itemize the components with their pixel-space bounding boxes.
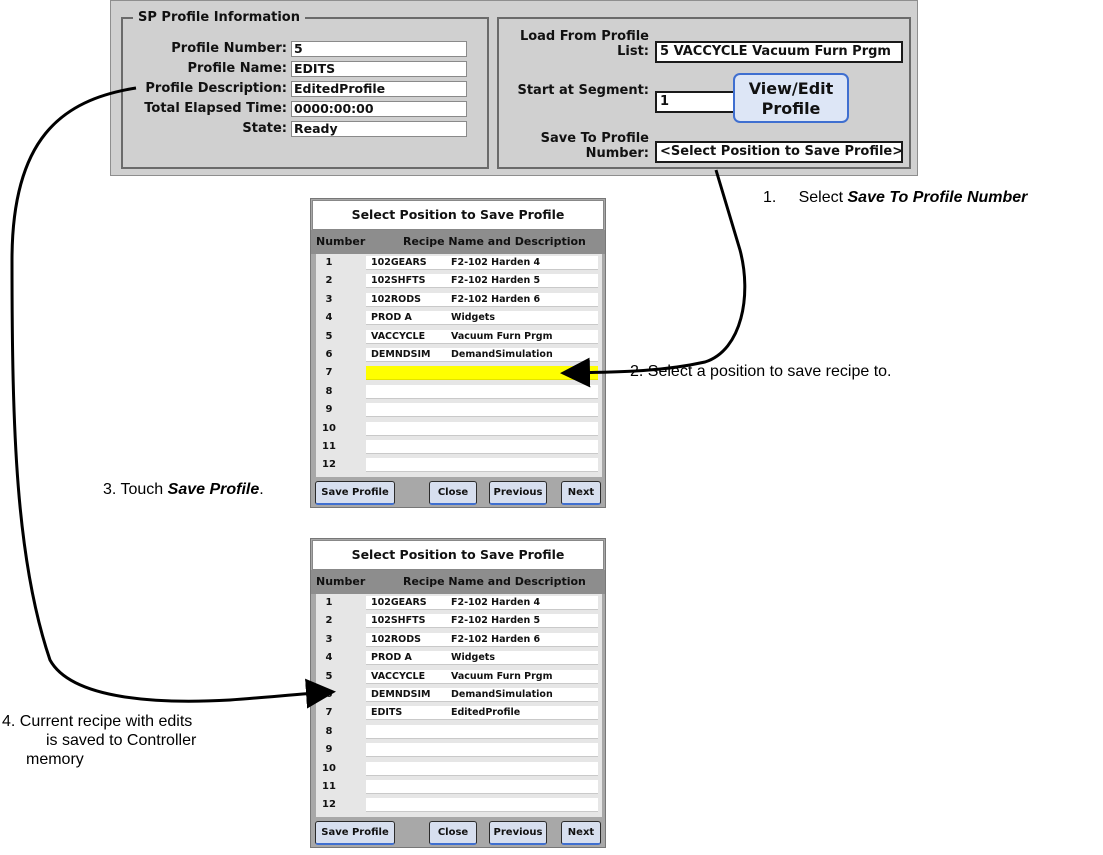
arrow-save-to-to-row-7	[560, 169, 747, 388]
annotation-arrows	[10, 86, 747, 709]
arrow-profile-description-to-saved-row	[10, 86, 336, 709]
